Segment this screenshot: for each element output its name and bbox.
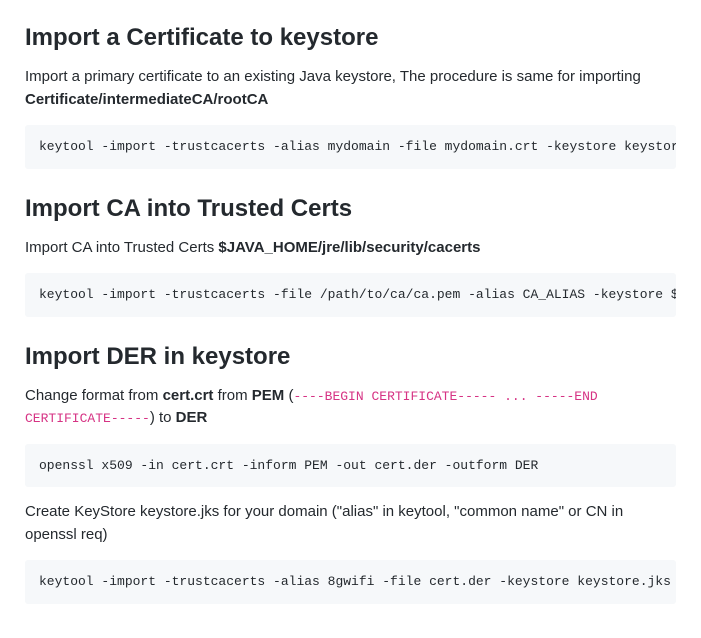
format-paragraph: Change format from cert.crt from PEM (--…	[25, 385, 676, 430]
code-block[interactable]: openssl x509 -in cert.crt -inform PEM -o…	[25, 444, 676, 488]
heading-import-der: Import DER in keystore	[25, 339, 676, 375]
create-keystore-paragraph: Create KeyStore keystore.jks for your do…	[25, 501, 676, 546]
code-block[interactable]: keytool -import -trustcacerts -alias myd…	[25, 125, 676, 169]
intro-paragraph: Import CA into Trusted Certs $JAVA_HOME/…	[25, 237, 676, 260]
cert-filename: cert.crt	[163, 387, 214, 404]
heading-import-ca: Import CA into Trusted Certs	[25, 191, 676, 227]
intro-text: Import a primary certificate to an exist…	[25, 68, 641, 85]
intro-bold: Certificate/intermediateCA/rootCA	[25, 91, 268, 108]
text-part: ) to	[150, 409, 176, 426]
section-import-certificate: Import a Certificate to keystore Import …	[25, 20, 676, 169]
text-part: Change format from	[25, 387, 163, 404]
intro-text: Import CA into Trusted Certs	[25, 239, 218, 256]
format-der: DER	[176, 409, 208, 426]
text-part: from	[213, 387, 251, 404]
code-block[interactable]: keytool -import -trustcacerts -file /pat…	[25, 273, 676, 317]
code-block[interactable]: keytool -import -trustcacerts -alias 8gw…	[25, 560, 676, 604]
intro-bold: $JAVA_HOME/jre/lib/security/cacerts	[218, 239, 480, 256]
section-import-der: Import DER in keystore Change format fro…	[25, 339, 676, 604]
intro-paragraph: Import a primary certificate to an exist…	[25, 66, 676, 111]
heading-import-certificate: Import a Certificate to keystore	[25, 20, 676, 56]
format-pem: PEM	[252, 387, 285, 404]
section-import-ca: Import CA into Trusted Certs Import CA i…	[25, 191, 676, 317]
